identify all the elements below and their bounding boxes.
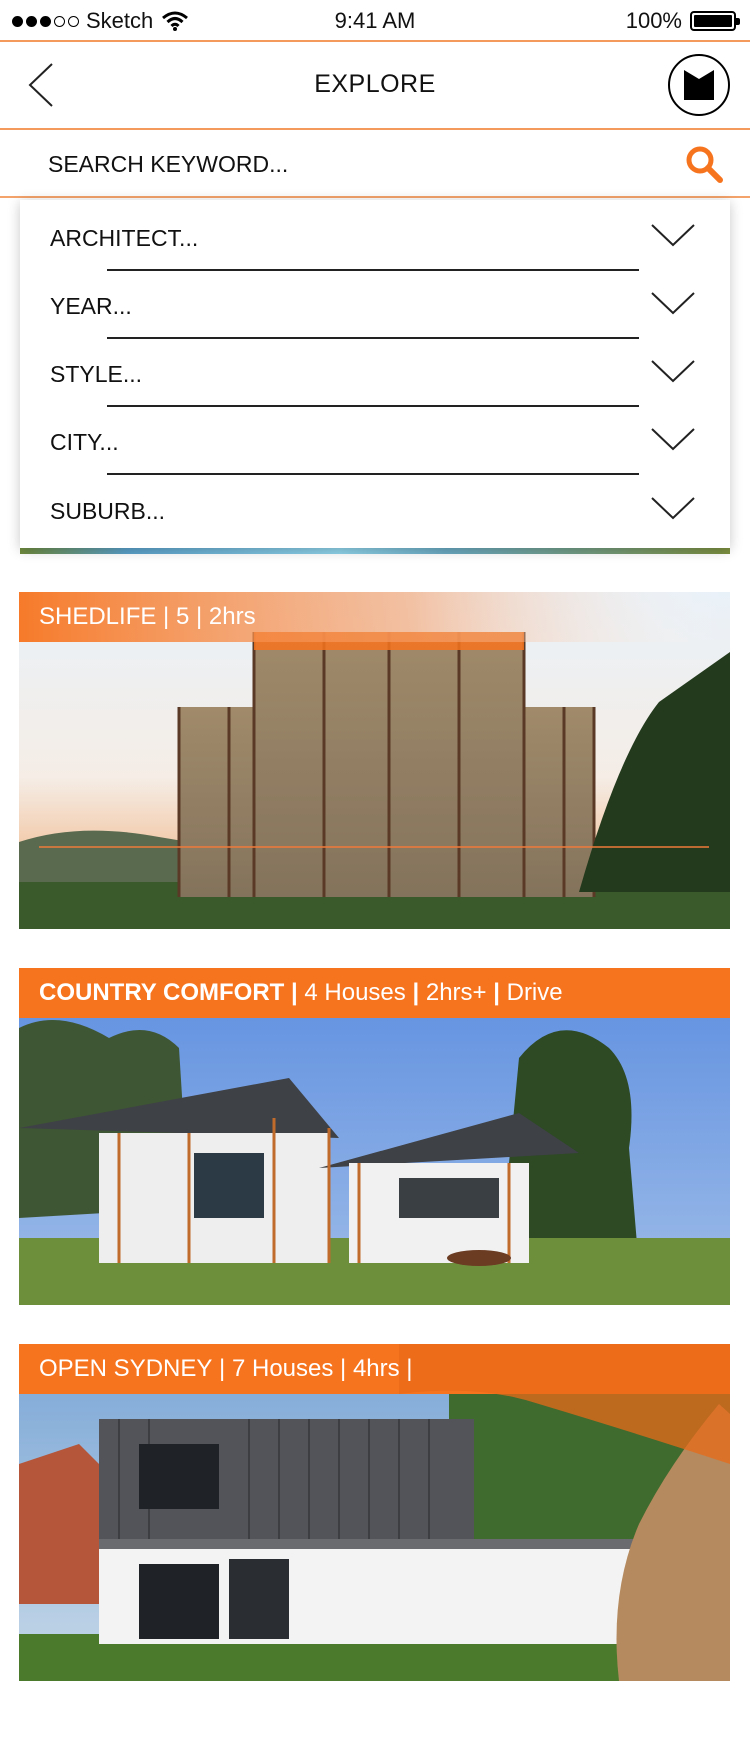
filter-divider — [107, 473, 639, 475]
tour-house-count: 5 — [175, 603, 190, 630]
tour-house-count: 7 Houses — [231, 1355, 334, 1382]
tour-card-open-sydney[interactable]: OPEN SYDNEY | 7 Houses | 4hrs | — [19, 1344, 730, 1681]
tour-card-header: SHEDLIFE | 5 | 2hrs — [19, 592, 730, 642]
filter-label: YEAR... — [50, 293, 132, 319]
tour-card-image — [19, 592, 730, 929]
filter-label: STYLE... — [50, 361, 143, 387]
profile-button[interactable] — [668, 54, 730, 116]
tour-title: OPEN SYDNEY — [39, 1355, 213, 1382]
tour-duration: 4hrs — [352, 1355, 400, 1382]
tour-card-shedlife[interactable]: SHEDLIFE | 5 | 2hrs — [19, 592, 730, 929]
filter-city[interactable]: CITY... — [20, 407, 730, 475]
tour-title: COUNTRY COMFORT — [39, 979, 285, 1006]
search-bar — [0, 130, 750, 198]
separator: | — [399, 1355, 413, 1382]
separator: | — [486, 979, 507, 1006]
nav-bar: EXPLORE — [0, 42, 750, 128]
page-title: EXPLORE — [314, 70, 436, 98]
chevron-down-icon — [651, 224, 695, 247]
tour-duration: 2hrs — [208, 603, 256, 630]
tour-duration: 2hrs+ — [425, 979, 487, 1006]
tour-mode: Drive — [506, 979, 563, 1006]
tour-title: SHEDLIFE — [39, 603, 157, 630]
filter-label: ARCHITECT... — [50, 225, 199, 251]
chevron-down-icon — [651, 497, 695, 520]
search-icon[interactable] — [684, 144, 724, 184]
filter-suburb[interactable]: SUBURB... — [20, 476, 730, 544]
tour-house-count: 4 Houses — [304, 979, 406, 1006]
tour-card-image — [19, 1344, 730, 1681]
filter-year[interactable]: YEAR... — [20, 271, 730, 339]
brand-logo-icon — [684, 70, 714, 100]
status-bar: Sketch 9:41 AM 100% — [0, 0, 750, 40]
tour-card-country-comfort[interactable]: COUNTRY COMFORT | 4 Houses | 2hrs+ | Dri… — [19, 968, 730, 1305]
separator: | — [333, 1355, 353, 1382]
separator: | — [212, 1355, 232, 1382]
filter-dropdown: ARCHITECT... YEAR... STYLE... CITY... SU… — [20, 200, 730, 548]
filter-label: SUBURB... — [50, 498, 166, 524]
separator: | — [284, 979, 305, 1006]
search-input[interactable] — [48, 144, 608, 184]
chevron-down-icon — [651, 292, 695, 315]
battery-percent: 100% — [625, 8, 682, 33]
tour-card-header: OPEN SYDNEY | 7 Houses | 4hrs | — [19, 1344, 730, 1394]
chevron-down-icon — [651, 428, 695, 451]
battery-icon — [690, 11, 740, 31]
filter-label: CITY... — [50, 429, 119, 455]
status-right: 100% — [625, 8, 740, 34]
filter-style[interactable]: STYLE... — [20, 339, 730, 407]
chevron-down-icon — [651, 360, 695, 383]
tour-card-image — [19, 968, 730, 1305]
separator: | — [405, 979, 426, 1006]
separator: | — [189, 603, 209, 630]
filter-architect[interactable]: ARCHITECT... — [20, 203, 730, 271]
separator: | — [156, 603, 176, 630]
tour-card-header: COUNTRY COMFORT | 4 Houses | 2hrs+ | Dri… — [19, 968, 730, 1018]
